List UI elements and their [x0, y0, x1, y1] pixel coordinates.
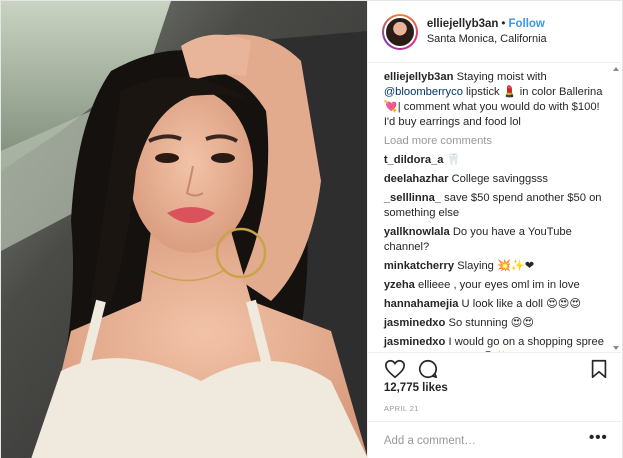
- caption-mention[interactable]: @bloomberryco: [384, 86, 463, 98]
- location-link[interactable]: Santa Monica, California: [427, 32, 547, 47]
- header-text: elliejellyb3an • Follow Santa Monica, Cali…: [427, 17, 547, 47]
- comment-username[interactable]: _selllinna_: [384, 192, 441, 204]
- comment-username[interactable]: t_dildora_a: [384, 154, 444, 166]
- bookmark-icon[interactable]: [588, 358, 610, 380]
- likes-count[interactable]: 12,775 likes: [384, 382, 448, 394]
- comment-username[interactable]: yzeha: [384, 279, 415, 291]
- load-more-comments-button[interactable]: Load more comments: [384, 134, 612, 149]
- instagram-post: elliejellyb3an • Follow Santa Monica, Cali…: [0, 0, 623, 458]
- comment-text: U look like a doll 😍😍😍: [461, 298, 582, 310]
- portrait-image: [1, 1, 367, 458]
- caption-text-1: Staying moist with: [456, 71, 547, 83]
- add-comment-input[interactable]: [383, 432, 574, 450]
- comment-item: deelahazhar College savinggsss: [384, 172, 612, 187]
- comment-username[interactable]: hannahamejia: [384, 298, 459, 310]
- comments-list[interactable]: elliejellyb3an Staying moist with @bloom…: [368, 64, 623, 352]
- comment-username[interactable]: jasminedxo: [384, 336, 446, 348]
- follow-button[interactable]: Follow: [508, 18, 544, 30]
- header-username[interactable]: elliejellyb3an: [427, 18, 499, 30]
- comment-item: _selllinna_ save $50 spend another $50 o…: [384, 191, 612, 221]
- scroll-up-arrow-icon[interactable]: [613, 67, 619, 71]
- action-bar: [367, 352, 623, 382]
- comment-item: t_dildora_a 🦷: [384, 153, 612, 168]
- scroll-down-arrow-icon[interactable]: [613, 346, 619, 350]
- comment-icon[interactable]: [417, 358, 439, 380]
- comment-username[interactable]: jasminedxo: [384, 317, 446, 329]
- comment-item: minkatcherry Slaying 💥✨❤: [384, 259, 612, 274]
- post-date[interactable]: APRIL 21: [384, 404, 419, 413]
- comment-item: yallknowlala Do you have a YouTube chann…: [384, 225, 612, 255]
- comment-item: jasminedxo I would go on a shopping spre…: [384, 335, 612, 352]
- comment-username[interactable]: yallknowlala: [384, 226, 450, 238]
- post-header: elliejellyb3an • Follow Santa Monica, Cali…: [367, 1, 623, 63]
- comment-username[interactable]: minkatcherry: [384, 260, 454, 272]
- heart-icon[interactable]: [384, 358, 406, 380]
- more-options-icon[interactable]: •••: [589, 430, 608, 445]
- post-photo[interactable]: [1, 1, 367, 458]
- comment-text: So stunning 😍😍: [448, 317, 535, 329]
- comments-scrollbar[interactable]: [613, 67, 620, 350]
- comment-text: ellieee , your eyes oml im in love: [418, 279, 580, 291]
- comment-text: Slaying 💥✨❤: [457, 260, 535, 272]
- avatar-image: [383, 15, 416, 48]
- post-sidebar: elliejellyb3an • Follow Santa Monica, Cali…: [366, 1, 623, 458]
- add-comment-bar: •••: [367, 421, 623, 458]
- separator-dot: •: [501, 17, 506, 30]
- comment-username[interactable]: deelahazhar: [384, 173, 449, 185]
- comment-item: yzeha ellieee , your eyes oml im in love: [384, 278, 612, 293]
- comment-item: hannahamejia U look like a doll 😍😍😍: [384, 297, 612, 312]
- avatar[interactable]: [381, 13, 418, 50]
- caption: elliejellyb3an Staying moist with @bloom…: [384, 70, 612, 130]
- caption-username[interactable]: elliejellyb3an: [384, 71, 454, 83]
- comment-item: jasminedxo So stunning 😍😍: [384, 316, 612, 331]
- comment-text: 🦷: [446, 154, 461, 166]
- comment-text: College savinggsss: [451, 173, 548, 185]
